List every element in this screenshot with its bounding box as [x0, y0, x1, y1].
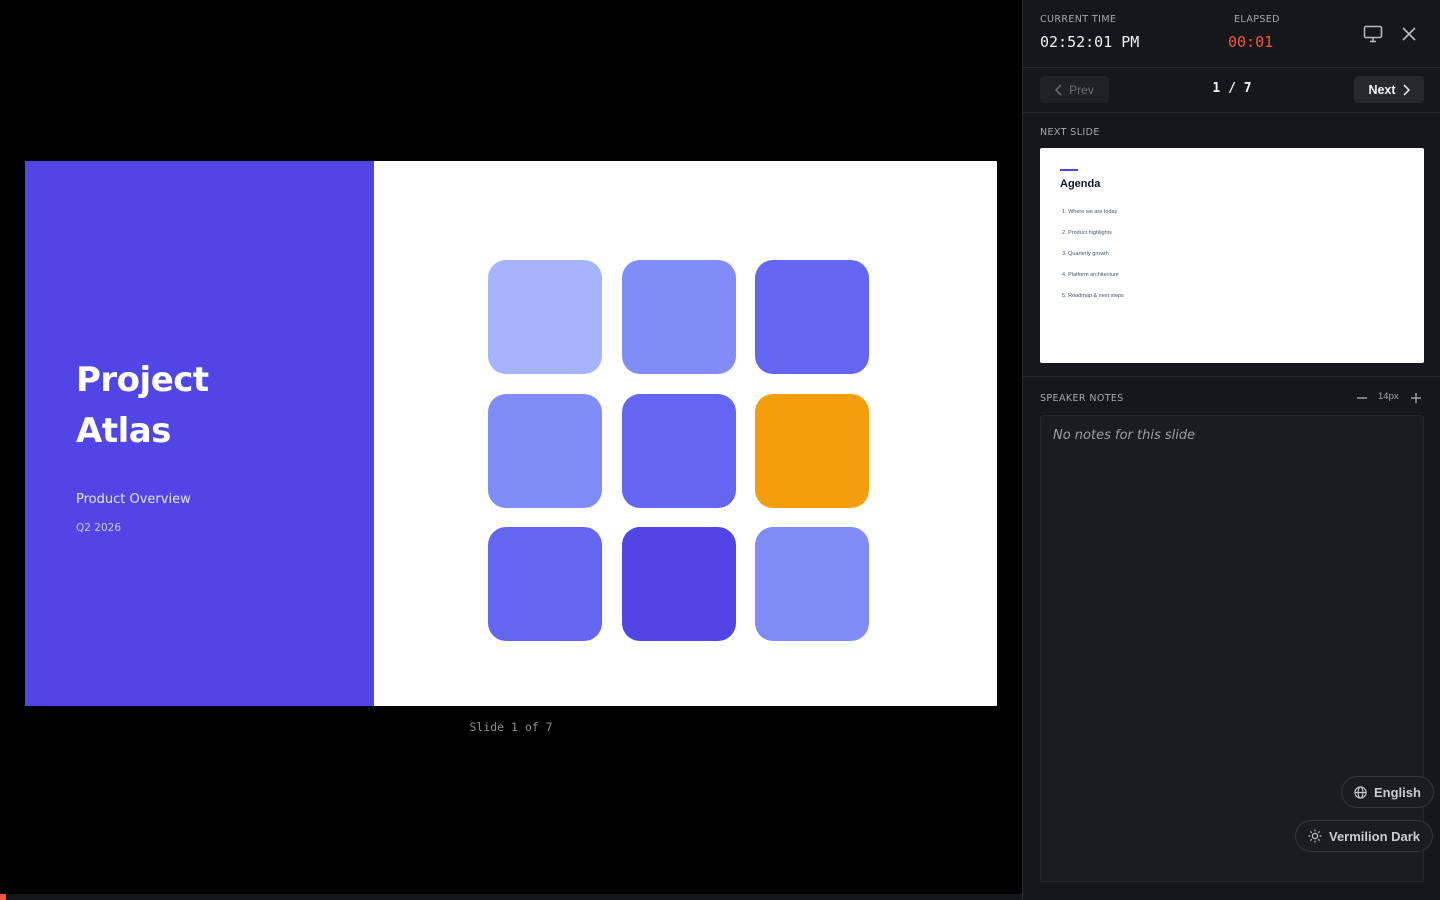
next-button[interactable]: Next [1354, 76, 1424, 103]
slide-counter: 1 / 7 [1212, 81, 1252, 96]
slide-date: Q2 2026 [76, 522, 122, 534]
agenda-item: 4. Platform architecture [1062, 272, 1119, 278]
language-label: English [1374, 784, 1421, 800]
plus-icon[interactable] [1404, 386, 1428, 410]
grid-tile [488, 260, 602, 374]
presentation-progress-bar [0, 894, 1022, 900]
slide-navigation: Prev 1 / 7 Next [1023, 68, 1440, 113]
language-button[interactable]: English [1341, 776, 1434, 808]
prev-button[interactable]: Prev [1040, 76, 1109, 103]
elapsed-label: ELAPSED [1234, 14, 1280, 25]
elapsed-time[interactable]: 00:01 [1228, 33, 1273, 51]
grid-tile [488, 527, 602, 641]
close-icon[interactable] [1397, 22, 1421, 46]
grid-tile [622, 394, 736, 508]
next-slide-thumbnail[interactable]: Agenda 1. Where we are today 2. Product … [1040, 148, 1424, 363]
current-time: 02:52:01 PM [1040, 33, 1140, 51]
slide-title: Project Atlas [76, 355, 356, 457]
current-time-label: CURRENT TIME [1040, 14, 1117, 25]
agenda-item: 5. Roadmap & next steps [1062, 293, 1124, 299]
prev-button-label: Prev [1069, 82, 1094, 97]
theme-label: Vermilion Dark [1329, 828, 1421, 844]
grid-tile [755, 260, 869, 374]
presentation-stage: Project Atlas Product Overview Q2 2026 S… [0, 0, 1022, 900]
grid-tile [755, 394, 869, 508]
agenda-item: 3. Quarterly growth [1062, 251, 1109, 257]
slide-title-line-2: Atlas [76, 411, 171, 451]
monitor-icon[interactable] [1361, 22, 1385, 46]
grid-tile [755, 527, 869, 641]
speaker-notes-box[interactable]: No notes for this slide [1040, 415, 1424, 882]
presenter-header: CURRENT TIME 02:52:01 PM ELAPSED 00:01 [1023, 0, 1440, 68]
agenda-item: 1. Where we are today [1062, 209, 1118, 215]
sun-icon [1308, 829, 1322, 843]
current-slide: Project Atlas Product Overview Q2 2026 [25, 161, 997, 706]
slide-subtitle: Product Overview [76, 492, 191, 507]
next-slide-section: NEXT SLIDE Agenda 1. Where we are today … [1023, 113, 1440, 377]
slide-caption: Slide 1 of 7 [469, 720, 553, 734]
agenda-item: 2. Product highlights [1062, 230, 1112, 236]
grid-tile [622, 527, 736, 641]
chevron-right-icon [1403, 83, 1410, 96]
theme-button[interactable]: Vermilion Dark [1295, 820, 1434, 852]
agenda-list: 1. Where we are today 2. Product highlig… [1062, 209, 1124, 314]
slide-title-line-1: Project [76, 360, 209, 400]
grid-tile [488, 394, 602, 508]
next-slide-label: NEXT SLIDE [1040, 127, 1100, 138]
presenter-panel: CURRENT TIME 02:52:01 PM ELAPSED 00:01 P… [1022, 0, 1440, 900]
progress-fill [0, 894, 6, 900]
thumbnail-title: Agenda [1060, 178, 1101, 190]
thumbnail-accent-bar [1060, 169, 1078, 171]
globe-icon [1354, 785, 1367, 799]
chevron-left-icon [1055, 83, 1062, 96]
speaker-notes-text: No notes for this slide [1053, 428, 1196, 443]
minus-icon[interactable] [1350, 386, 1374, 410]
grid-tile [622, 260, 736, 374]
next-button-label: Next [1368, 82, 1396, 97]
speaker-notes-label: SPEAKER NOTES [1040, 393, 1124, 404]
notes-font-size: 14px [1378, 391, 1399, 402]
